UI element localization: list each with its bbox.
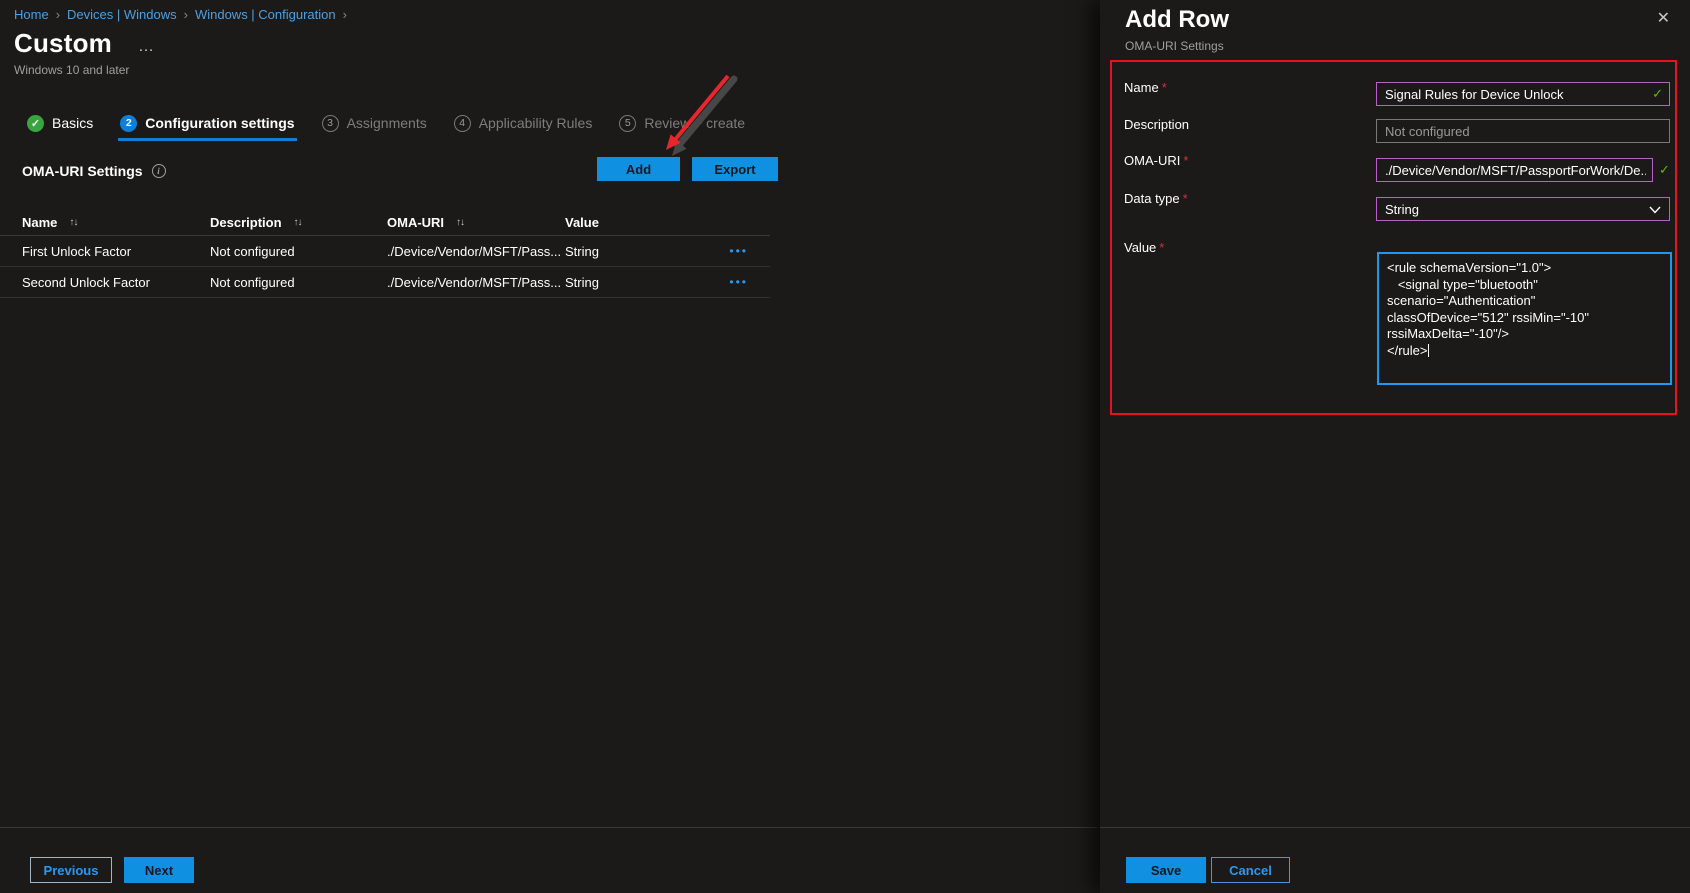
tab-review-create[interactable]: 5 Review + create <box>619 115 745 132</box>
footer-divider <box>0 827 1097 828</box>
breadcrumb-separator-icon: › <box>184 7 188 22</box>
breadcrumb-separator-icon: › <box>56 7 60 22</box>
required-marker: * <box>1159 240 1164 255</box>
tab-applicability-rules[interactable]: 4 Applicability Rules <box>454 115 593 132</box>
intune-custom-profile-page: Home › Devices | Windows › Windows | Con… <box>0 0 1690 893</box>
more-menu-icon[interactable]: … <box>138 32 156 56</box>
tab-label: Review + create <box>644 115 745 131</box>
sort-icon[interactable]: ↑↓ <box>456 217 464 228</box>
info-icon[interactable]: i <box>152 164 166 178</box>
add-row-panel: Add Row OMA-URI Settings ✕ Name* ✓ Descr… <box>1100 0 1690 893</box>
sort-icon[interactable]: ↑↓ <box>69 217 77 228</box>
tab-assignments[interactable]: 3 Assignments <box>322 115 427 132</box>
oma-uri-settings-heading: OMA-URI Settings <box>22 163 143 179</box>
tab-configuration-settings[interactable]: 2 Configuration settings <box>120 115 294 132</box>
data-type-field-label: Data type <box>1124 191 1180 206</box>
step-complete-check-icon: ✓ <box>27 115 44 132</box>
value-textarea[interactable]: <rule schemaVersion="1.0"> <signal type=… <box>1377 252 1672 385</box>
export-button[interactable]: Export <box>692 157 778 181</box>
cell-description: Not configured <box>210 244 387 259</box>
step-number-icon: 5 <box>619 115 636 132</box>
name-field-label: Name <box>1124 80 1159 95</box>
required-marker: * <box>1183 153 1188 168</box>
oma-uri-input[interactable] <box>1376 158 1653 182</box>
page-title: Custom <box>14 28 112 59</box>
step-number-icon: 2 <box>120 115 137 132</box>
cell-name: First Unlock Factor <box>22 244 210 259</box>
panel-title: Add Row <box>1125 6 1229 34</box>
next-button[interactable]: Next <box>124 857 194 883</box>
required-marker: * <box>1162 80 1167 95</box>
column-header-description[interactable]: Description↑↓ <box>210 215 387 230</box>
cell-value: String <box>565 275 718 290</box>
panel-footer-divider <box>1100 827 1690 828</box>
description-input[interactable] <box>1376 119 1670 143</box>
column-header-name[interactable]: Name↑↓ <box>22 215 210 230</box>
page-subtitle: Windows 10 and later <box>14 63 129 77</box>
cell-name: Second Unlock Factor <box>22 275 210 290</box>
step-number-icon: 3 <box>322 115 339 132</box>
add-button[interactable]: Add <box>597 157 680 181</box>
cell-description: Not configured <box>210 275 387 290</box>
description-field-label: Description <box>1124 117 1189 132</box>
breadcrumb-windows-configuration[interactable]: Windows | Configuration <box>195 7 336 22</box>
breadcrumb-separator-icon: › <box>343 7 347 22</box>
breadcrumb-devices-windows[interactable]: Devices | Windows <box>67 7 177 22</box>
cell-oma-uri: ./Device/Vendor/MSFT/Pass... <box>387 244 565 259</box>
cancel-button[interactable]: Cancel <box>1211 857 1290 883</box>
tab-label: Configuration settings <box>145 115 294 131</box>
column-header-oma-uri[interactable]: OMA-URI↑↓ <box>387 215 565 230</box>
previous-button[interactable]: Previous <box>30 857 112 883</box>
required-marker: * <box>1183 191 1188 206</box>
row-actions-icon[interactable]: ••• <box>729 275 748 289</box>
cell-oma-uri: ./Device/Vendor/MSFT/Pass... <box>387 275 565 290</box>
tab-basics[interactable]: ✓ Basics <box>27 115 93 132</box>
valid-check-icon: ✓ <box>1659 162 1670 178</box>
chevron-down-icon <box>1649 206 1661 214</box>
column-header-value: Value <box>565 215 718 230</box>
tab-label: Basics <box>52 115 93 131</box>
sort-icon[interactable]: ↑↓ <box>294 217 302 228</box>
panel-subtitle: OMA-URI Settings <box>1125 39 1224 53</box>
wizard-steps: ✓ Basics 2 Configuration settings 3 Assi… <box>27 110 745 136</box>
main-content: Home › Devices | Windows › Windows | Con… <box>0 0 1100 893</box>
breadcrumb: Home › Devices | Windows › Windows | Con… <box>14 7 347 22</box>
close-icon[interactable]: ✕ <box>1657 8 1670 27</box>
data-type-selected-value: String <box>1385 202 1419 217</box>
name-input[interactable] <box>1376 82 1670 106</box>
step-number-icon: 4 <box>454 115 471 132</box>
oma-uri-table: Name↑↓ Description↑↓ OMA-URI↑↓ Value Fir… <box>0 210 770 298</box>
breadcrumb-home[interactable]: Home <box>14 7 49 22</box>
row-actions-icon[interactable]: ••• <box>729 244 748 258</box>
table-row[interactable]: Second Unlock Factor Not configured ./De… <box>0 267 770 298</box>
value-field-label: Value <box>1124 240 1156 255</box>
table-header-row: Name↑↓ Description↑↓ OMA-URI↑↓ Value <box>0 210 770 236</box>
oma-uri-field-label: OMA-URI <box>1124 153 1180 168</box>
data-type-dropdown[interactable]: String <box>1376 197 1670 221</box>
cell-value: String <box>565 244 718 259</box>
tab-label: Applicability Rules <box>479 115 593 131</box>
tab-label: Assignments <box>347 115 427 131</box>
save-button[interactable]: Save <box>1126 857 1206 883</box>
table-row[interactable]: First Unlock Factor Not configured ./Dev… <box>0 236 770 267</box>
